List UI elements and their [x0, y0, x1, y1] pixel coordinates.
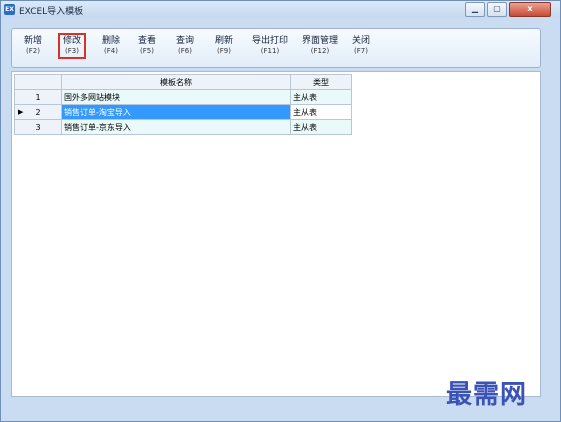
export-print-button[interactable]: 导出打印 (F11) — [252, 36, 288, 56]
table-header-row: 模板名称 类型 — [14, 74, 352, 90]
close-button[interactable]: 关闭 (F7) — [352, 36, 370, 56]
toolbar: 新增 (F2) 修改 (F3) 删除 (F4) 查看 (F5) 查询 (F6) … — [11, 28, 541, 68]
view-shortcut: (F5) — [140, 47, 154, 55]
app-window: EX EXCEL导入模板 ▁ ▢ x 新增 (F2) 修改 (F3) 删除 (F… — [0, 0, 561, 422]
grid-panel: 模板名称 类型 1 国外多网站模块 主从表 ▶ 2 销售订单-淘宝导入 主从表 … — [11, 71, 541, 397]
delete-button[interactable]: 删除 (F4) — [102, 36, 120, 56]
edit-label: 修改 — [63, 36, 82, 46]
window-title: EXCEL导入模板 — [19, 7, 84, 17]
row-number[interactable]: 3 — [14, 119, 62, 135]
row-number[interactable]: 1 — [14, 89, 62, 105]
maximize-button[interactable]: ▢ — [487, 2, 507, 17]
app-icon: EX — [4, 4, 15, 15]
template-type-cell[interactable]: 主从表 — [290, 89, 352, 105]
column-header-name[interactable]: 模板名称 — [61, 74, 291, 90]
layout-manage-button[interactable]: 界面管理 (F12) — [302, 36, 338, 56]
row-number-header — [14, 74, 62, 90]
template-name-cell[interactable]: 销售订单-淘宝导入 — [61, 104, 291, 120]
watermark: 最需网 — [446, 380, 528, 410]
table-row[interactable]: 3 销售订单-京东导入 主从表 — [14, 119, 352, 135]
refresh-label: 刷新 — [215, 36, 234, 46]
close-label: 关闭 — [352, 36, 371, 46]
template-name-cell[interactable]: 销售订单-京东导入 — [61, 119, 291, 135]
minimize-button[interactable]: ▁ — [465, 2, 485, 17]
edit-button[interactable]: 修改 (F3) — [58, 33, 87, 59]
layout-manage-shortcut: (F12) — [310, 47, 330, 55]
row-number-cell[interactable]: ▶ 2 — [14, 104, 62, 120]
column-header-type[interactable]: 类型 — [290, 74, 352, 90]
table-row[interactable]: 1 国外多网站模块 主从表 — [14, 89, 352, 105]
add-label: 新增 — [24, 36, 43, 46]
template-type-cell[interactable]: 主从表 — [290, 104, 352, 120]
row-pointer-icon: ▶ — [18, 108, 24, 116]
refresh-button[interactable]: 刷新 (F9) — [215, 36, 233, 56]
title-bar: EX EXCEL导入模板 ▁ ▢ x — [1, 1, 560, 18]
view-label: 查看 — [138, 36, 157, 46]
row-number: 2 — [35, 107, 41, 117]
add-shortcut: (F2) — [26, 47, 40, 55]
export-print-label: 导出打印 — [252, 36, 289, 46]
query-label: 查询 — [176, 36, 195, 46]
template-type-cell[interactable]: 主从表 — [290, 119, 352, 135]
query-shortcut: (F6) — [178, 47, 192, 55]
close-window-button[interactable]: x — [509, 2, 551, 17]
delete-label: 删除 — [102, 36, 121, 46]
query-button[interactable]: 查询 (F6) — [176, 36, 194, 56]
layout-manage-label: 界面管理 — [302, 36, 339, 46]
delete-shortcut: (F4) — [104, 47, 118, 55]
refresh-shortcut: (F9) — [217, 47, 231, 55]
view-button[interactable]: 查看 (F5) — [138, 36, 156, 56]
table-row-selected[interactable]: ▶ 2 销售订单-淘宝导入 主从表 — [14, 104, 352, 120]
export-print-shortcut: (F11) — [260, 47, 280, 55]
close-shortcut: (F7) — [354, 47, 368, 55]
add-button[interactable]: 新增 (F2) — [24, 36, 42, 56]
edit-shortcut: (F3) — [65, 47, 79, 55]
template-table: 模板名称 类型 1 国外多网站模块 主从表 ▶ 2 销售订单-淘宝导入 主从表 … — [14, 74, 352, 135]
template-name-cell[interactable]: 国外多网站模块 — [61, 89, 291, 105]
